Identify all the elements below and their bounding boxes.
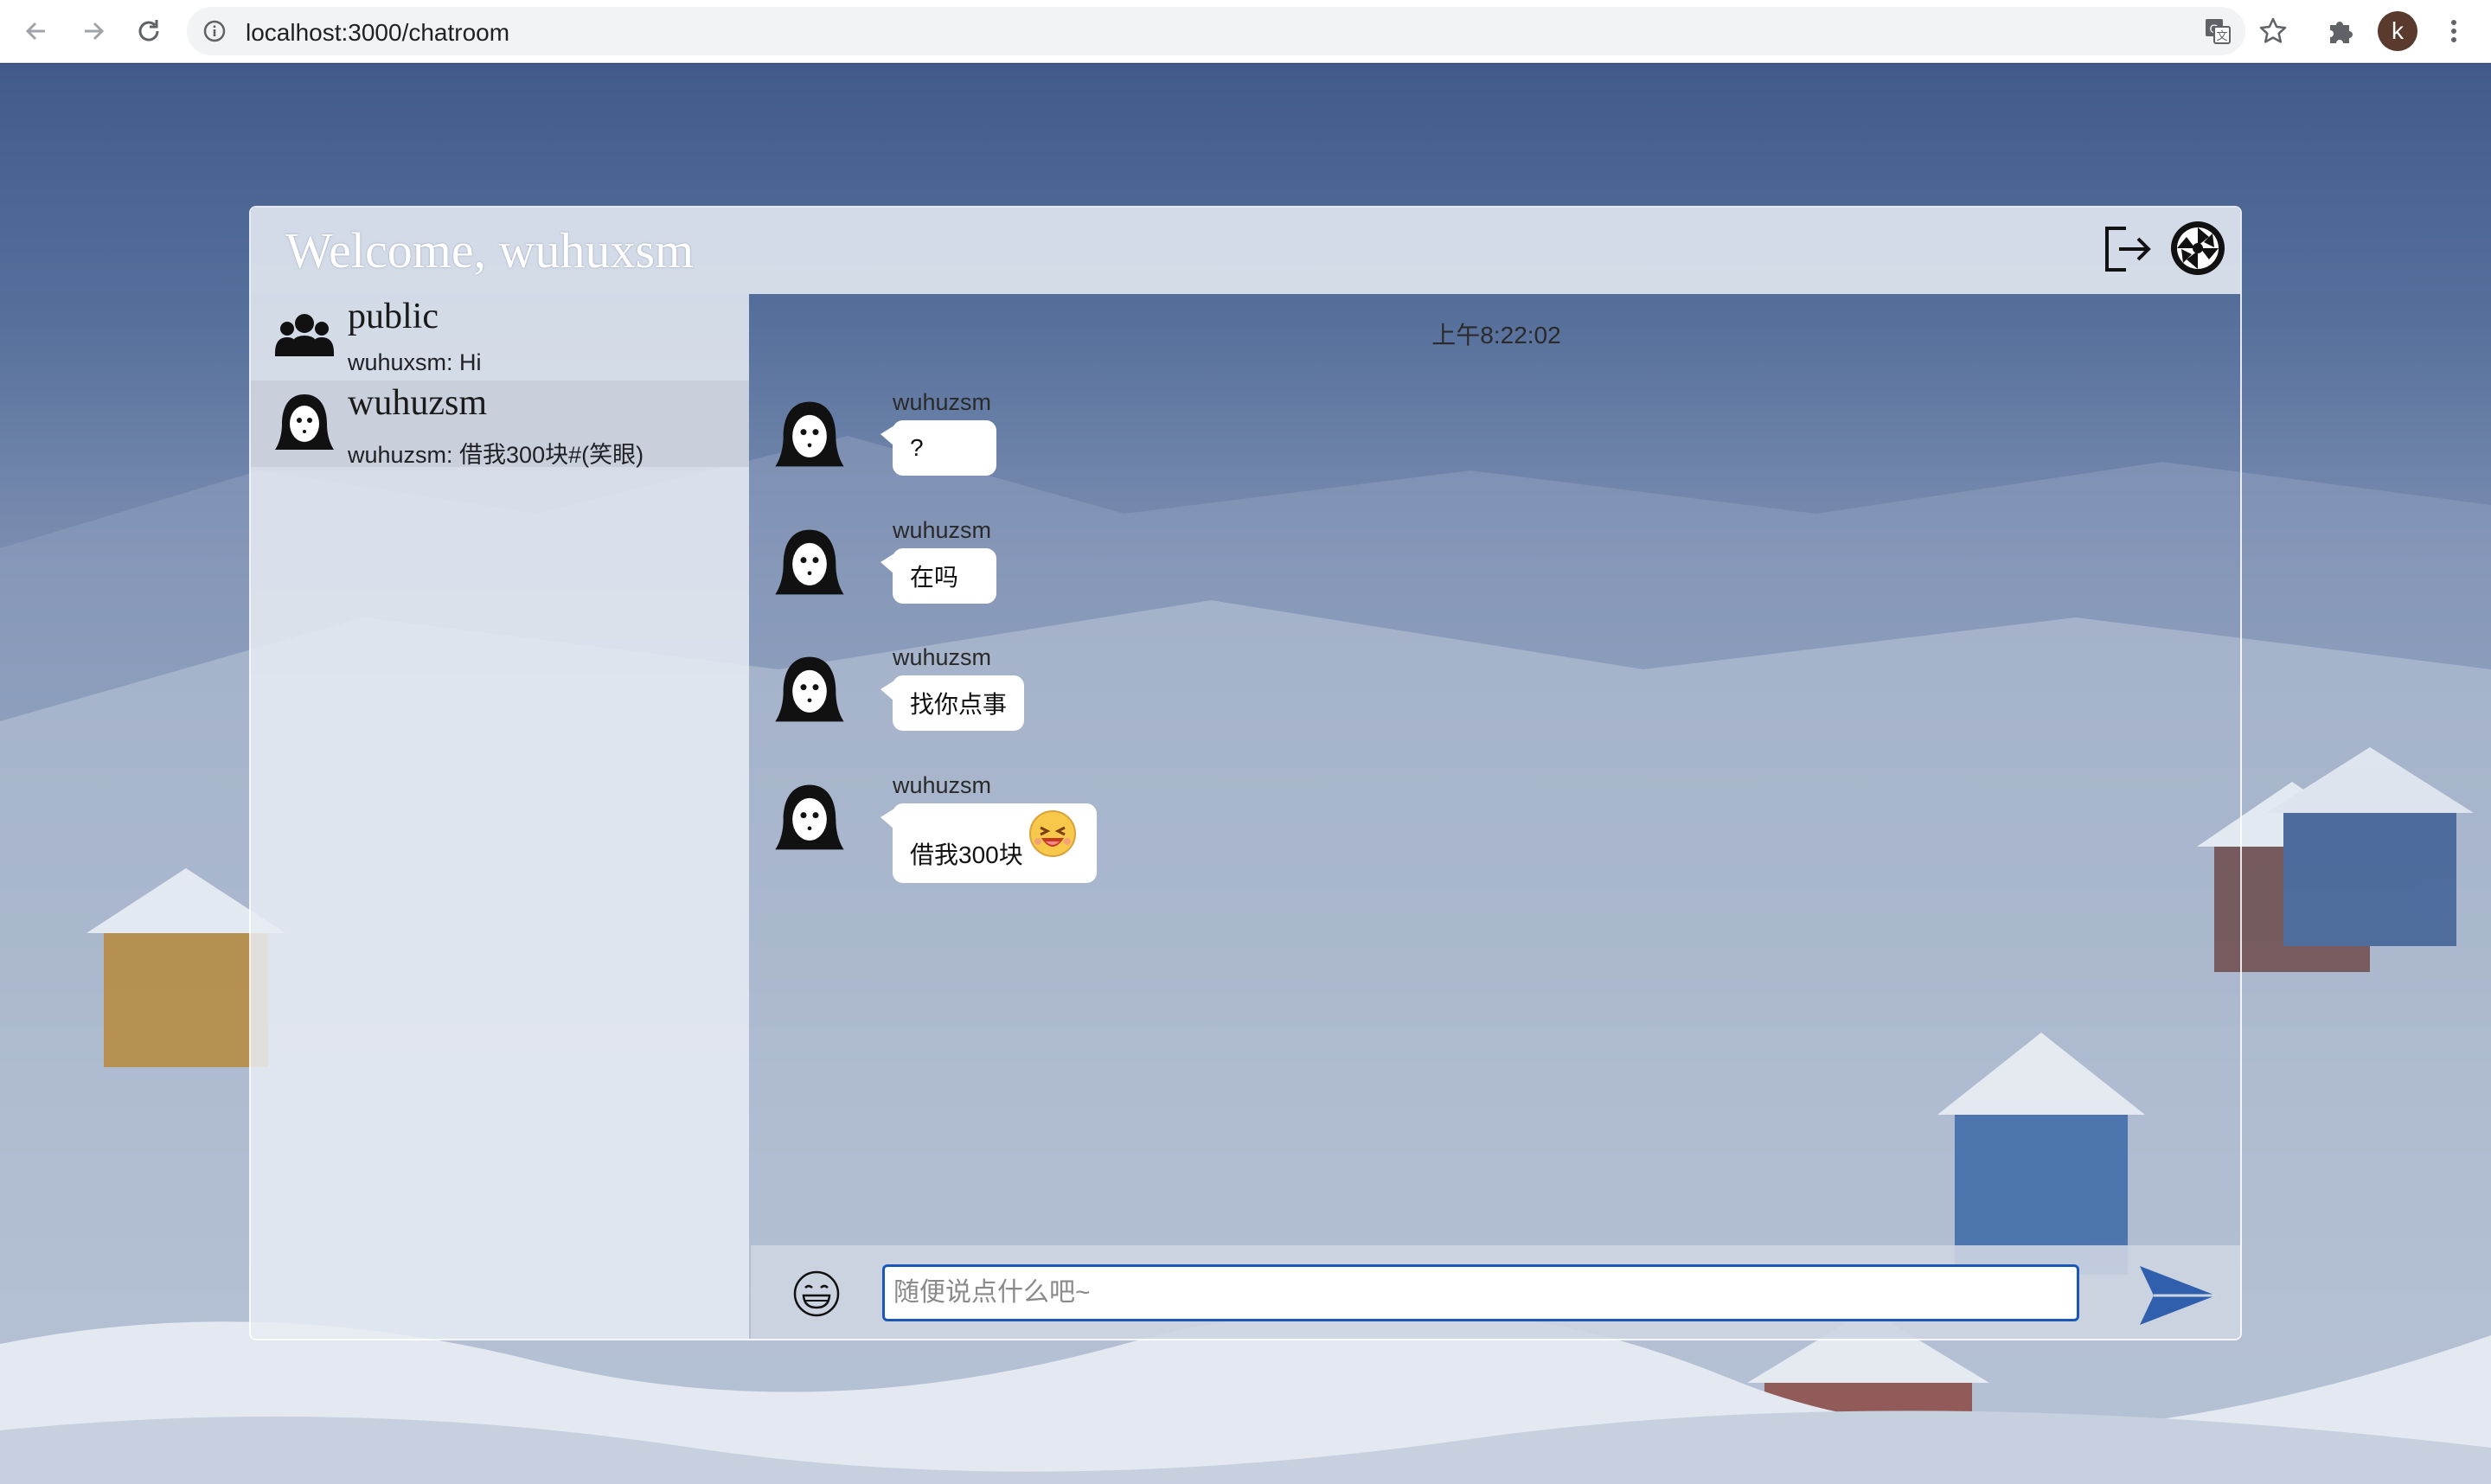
reload-icon: [138, 20, 159, 42]
message-input-bar: [751, 1245, 2240, 1339]
welcome-title: Welcome, wuhuxsm: [285, 222, 695, 278]
forward-button[interactable]: [74, 12, 112, 50]
message-bubble: 借我300块: [880, 803, 1097, 883]
ghost-avatar-icon: [775, 656, 844, 722]
back-arrow-icon: [25, 22, 45, 41]
message-text: ?: [910, 434, 924, 461]
translate-icon: G文: [2206, 19, 2231, 44]
message-text: 在吗: [910, 564, 959, 591]
translate-button[interactable]: G文: [2199, 12, 2237, 50]
message-input[interactable]: [882, 1264, 2079, 1321]
message-bubble: 在吗: [880, 548, 996, 604]
puzzle-icon: [2330, 22, 2353, 43]
star-icon: [2259, 17, 2287, 43]
ghost-avatar-icon: [275, 394, 334, 450]
shutter-icon[interactable]: [2169, 220, 2226, 277]
laughing-emoji-icon: [1029, 810, 1076, 857]
group-icon: [275, 314, 334, 356]
site-info-icon[interactable]: [202, 19, 227, 43]
conversation-item-wuhuzsm[interactable]: wuhuzsm wuhuzsm: 借我300块#(笑眼): [251, 381, 749, 468]
chat-header: Welcome, wuhuxsm: [251, 208, 2240, 294]
message-sender: wuhuzsm: [893, 644, 992, 670]
browser-toolbar: localhost:3000/chatroom G文 k: [0, 0, 2491, 63]
message-timestamp: 上午8:22:02: [1431, 322, 1561, 349]
message-text: 借我300块: [910, 841, 1023, 868]
conversation-preview: wuhuzsm: 借我300块#(笑眼): [348, 442, 644, 468]
conversation-name: public: [348, 297, 439, 336]
logout-icon[interactable]: [2100, 221, 2155, 277]
message-text: 找你点事: [910, 691, 1008, 718]
message-bubble: ?: [880, 420, 996, 476]
conversation-list: public wuhuxsm: Hi wuhuzsm wuhuzsm: 借我30…: [251, 294, 749, 1339]
forward-arrow-icon: [85, 22, 105, 41]
send-icon[interactable]: [2135, 1261, 2221, 1330]
emoji-picker-icon[interactable]: [792, 1270, 841, 1318]
more-vert-icon: [2451, 20, 2456, 42]
url-text: localhost:3000/chatroom: [246, 19, 510, 46]
profile-avatar[interactable]: k: [2378, 11, 2417, 51]
address-bar[interactable]: localhost:3000/chatroom: [187, 7, 2245, 55]
message-sender: wuhuzsm: [893, 772, 992, 798]
conversation-preview: wuhuxsm: Hi: [348, 349, 482, 375]
ghost-avatar-icon: [775, 401, 844, 467]
conversation-name: wuhuzsm: [348, 383, 487, 423]
browser-menu-button[interactable]: [2435, 12, 2473, 50]
message-area: 上午8:22:02 wuhuzsm ? wuhuzsm 在吗 wuhuzsm 找…: [751, 294, 2240, 1245]
ghost-avatar-icon: [775, 529, 844, 595]
conversation-item-public[interactable]: public wuhuxsm: Hi: [251, 294, 749, 381]
back-button[interactable]: [17, 12, 55, 50]
chat-window: Welcome, wuhuxsm public wuhuxsm: Hi wuhu…: [249, 206, 2242, 1340]
reload-button[interactable]: [130, 12, 168, 50]
message-sender: wuhuzsm: [893, 389, 992, 415]
svg-text:文: 文: [2216, 30, 2227, 43]
extensions-button[interactable]: [2321, 12, 2359, 50]
ghost-avatar-icon: [775, 784, 844, 850]
message-sender: wuhuzsm: [893, 517, 992, 543]
bookmark-button[interactable]: [2254, 12, 2292, 50]
message-bubble: 找你点事: [880, 675, 1024, 731]
